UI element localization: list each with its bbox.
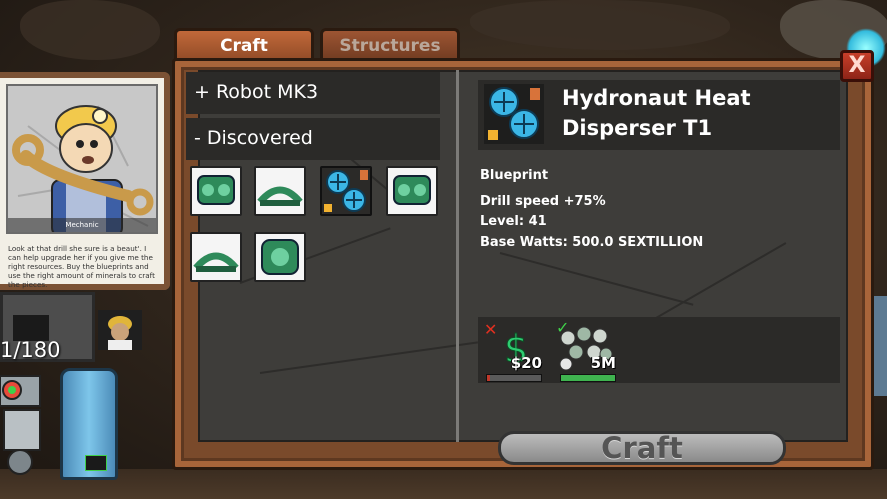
portrait-caption: Mechanic (8, 218, 156, 232)
stat-base-watts: Base Watts: 500.0 SEXTILLION (480, 235, 704, 250)
blueprint-slot[interactable] (190, 166, 242, 216)
category-robot-mk3[interactable]: + Robot MK3 (186, 72, 440, 114)
selected-item-icon (484, 84, 544, 144)
stat-drill-speed: Drill speed +75% (480, 194, 606, 209)
fuel-tank[interactable] (60, 368, 118, 480)
miner-avatar-icon (98, 310, 142, 350)
blueprint-slot[interactable] (254, 232, 306, 282)
section-label: Blueprint (480, 168, 549, 183)
green-pipe-icon (257, 186, 303, 206)
miner-avatar[interactable] (98, 310, 142, 350)
green-pipe-icon (193, 252, 239, 272)
cost-money-label: $20 (510, 354, 542, 372)
unmet-x-icon: ✕ (484, 320, 498, 339)
depth-counter: 1/180 (0, 338, 61, 362)
mechanic-portrait: Mechanic (6, 84, 158, 234)
cost-minerals[interactable]: ✓ 5M (556, 318, 618, 382)
blueprint-slot[interactable] (386, 166, 438, 216)
cost-money-progress-fill (487, 375, 490, 381)
green-module-icon (261, 239, 299, 275)
cost-minerals-progress-fill (561, 375, 615, 381)
robot-icon (0, 375, 41, 475)
close-button[interactable]: X (840, 50, 874, 82)
tab-craft[interactable]: Craft (174, 28, 314, 62)
cost-minerals-progress (560, 374, 616, 382)
cost-money-progress (486, 374, 542, 382)
panel-divider (456, 70, 459, 442)
machine-decoration (872, 296, 887, 396)
tank-screen (85, 455, 107, 471)
mechanic-card: Mechanic Look at that drill she sure is … (0, 72, 170, 290)
met-check-icon: ✓ (556, 318, 570, 337)
background-rock (470, 0, 730, 50)
mechanic-dialog-text: Look at that drill she sure is a beaut'.… (8, 244, 155, 289)
blue-fan-icon (484, 84, 544, 144)
green-module-icon (393, 175, 431, 205)
stat-level: Level: 41 (480, 214, 547, 229)
blueprint-slot-selected[interactable] (320, 166, 372, 216)
ground (0, 469, 887, 499)
mechanic-illustration (8, 86, 156, 232)
cost-money[interactable]: $ ✕ $20 (482, 320, 544, 382)
background-rock (20, 0, 160, 60)
item-title: Hydronaut Heat Disperser T1 (562, 86, 751, 140)
tab-structures[interactable]: Structures (320, 28, 460, 62)
cost-minerals-label: 5M (590, 354, 616, 372)
blueprint-slot[interactable] (190, 232, 242, 282)
robot-unit[interactable] (0, 370, 48, 480)
green-module-icon (197, 175, 235, 205)
category-discovered[interactable]: - Discovered (186, 118, 440, 160)
blueprint-slot[interactable] (254, 166, 306, 216)
blue-fan-icon (324, 170, 368, 212)
craft-button[interactable]: Craft (498, 431, 786, 465)
